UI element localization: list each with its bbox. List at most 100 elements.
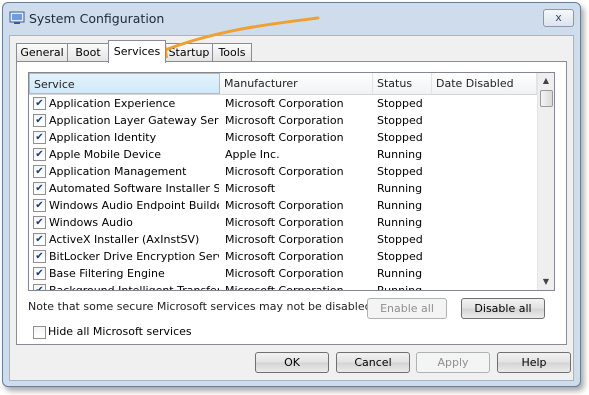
table-row[interactable]: ✔ Background Intelligent Transfer ... Micr… xyxy=(29,282,537,291)
service-manufacturer: Microsoft xyxy=(225,182,276,195)
service-status: Stopped xyxy=(377,165,423,178)
service-manufacturer: Microsoft Corporation xyxy=(225,199,344,212)
scroll-thumb[interactable] xyxy=(540,90,553,107)
ok-button[interactable]: OK xyxy=(255,352,329,373)
service-status: Running xyxy=(377,182,423,195)
tab-startup[interactable]: Startup xyxy=(165,43,213,62)
table-row[interactable]: ✔ Windows Audio Microsoft Corporation Runni… xyxy=(29,214,537,231)
service-status: Stopped xyxy=(377,97,423,110)
service-manufacturer: Microsoft Corporation xyxy=(225,267,344,280)
service-date-disabled xyxy=(436,248,536,265)
column-header-service[interactable]: Service xyxy=(29,73,220,94)
service-status: Stopped xyxy=(377,131,423,144)
enable-all-button[interactable]: Enable all xyxy=(367,298,447,319)
column-header-status[interactable]: Status xyxy=(373,73,432,94)
system-configuration-window: System Configuration x General Boot Serv… xyxy=(2,2,581,387)
services-panel: Service Manufacturer Status Date Disable… xyxy=(16,61,567,345)
service-checkbox[interactable]: ✔ xyxy=(33,199,46,212)
service-date-disabled xyxy=(436,180,536,197)
service-manufacturer: Apple Inc. xyxy=(225,148,280,161)
service-status: Running xyxy=(377,267,423,280)
service-name: Windows Audio Endpoint Builder xyxy=(49,199,219,212)
apply-button[interactable]: Apply xyxy=(416,352,490,373)
service-checkbox[interactable]: ✔ xyxy=(33,165,46,178)
column-header-date-disabled[interactable]: Date Disabled xyxy=(432,73,537,94)
service-name: BitLocker Drive Encryption Service xyxy=(49,250,219,263)
service-manufacturer: Microsoft Corporation xyxy=(225,97,344,110)
system-config-icon xyxy=(9,11,25,24)
dialog-client-area: General Boot Services Startup Tools Serv… xyxy=(9,35,574,381)
table-row[interactable]: ✔ ActiveX Installer (AxInstSV) Microsoft C… xyxy=(29,231,537,248)
table-row[interactable]: ✔ Application Experience Microsoft Corpora… xyxy=(29,95,537,112)
scroll-down-arrow-icon[interactable]: ▼ xyxy=(538,274,554,290)
service-date-disabled xyxy=(436,129,536,146)
service-checkbox[interactable]: ✔ xyxy=(33,216,46,229)
service-status: Stopped xyxy=(377,114,423,127)
tab-label: Boot xyxy=(75,46,101,59)
service-name: Windows Audio xyxy=(49,216,133,229)
service-manufacturer: Microsoft Corporation xyxy=(225,165,344,178)
window-title: System Configuration xyxy=(29,11,165,26)
vertical-scrollbar[interactable]: ▲ ▼ xyxy=(537,73,554,290)
service-name: Application Identity xyxy=(49,131,157,144)
service-checkbox[interactable]: ✔ xyxy=(33,250,46,263)
service-date-disabled xyxy=(436,214,536,231)
services-rows: ✔ Application Experience Microsoft Corpora… xyxy=(29,95,537,291)
service-name: Background Intelligent Transfer ... xyxy=(49,284,219,291)
service-date-disabled xyxy=(436,197,536,214)
column-header-manufacturer[interactable]: Manufacturer xyxy=(220,73,373,94)
service-status: Running xyxy=(377,199,423,212)
scroll-up-arrow-icon[interactable]: ▲ xyxy=(538,73,554,89)
tab-label: General xyxy=(20,46,64,59)
service-date-disabled xyxy=(436,95,536,112)
service-manufacturer: Microsoft Corporation xyxy=(225,131,344,144)
service-status: Running xyxy=(377,148,423,161)
service-checkbox[interactable]: ✔ xyxy=(33,284,46,290)
tab-boot[interactable]: Boot xyxy=(67,43,109,62)
title-bar[interactable]: System Configuration x xyxy=(3,3,580,33)
service-date-disabled xyxy=(436,146,536,163)
service-manufacturer: Microsoft Corporation xyxy=(225,216,344,229)
service-checkbox[interactable]: ✔ xyxy=(33,114,46,127)
service-name: Application Layer Gateway Service xyxy=(49,114,219,127)
service-checkbox[interactable]: ✔ xyxy=(33,131,46,144)
service-manufacturer: Microsoft Corporation xyxy=(225,114,344,127)
service-date-disabled xyxy=(436,265,536,282)
service-checkbox[interactable]: ✔ xyxy=(33,148,46,161)
close-button[interactable]: x xyxy=(543,9,574,27)
service-checkbox[interactable]: ✔ xyxy=(33,97,46,110)
service-checkbox[interactable]: ✔ xyxy=(33,233,46,246)
table-row[interactable]: ✔ Automated Software Installer S... Micros… xyxy=(29,180,537,197)
table-row[interactable]: ✔ Windows Audio Endpoint Builder Microsoft… xyxy=(29,197,537,214)
hide-microsoft-services-checkbox[interactable] xyxy=(33,326,46,339)
service-status: Running xyxy=(377,284,423,291)
table-row[interactable]: ✔ Application Management Microsoft Corpora… xyxy=(29,163,537,180)
services-list[interactable]: Service Manufacturer Status Date Disable… xyxy=(28,72,555,291)
table-row[interactable]: ✔ Apple Mobile Device Apple Inc. Running xyxy=(29,146,537,163)
help-button[interactable]: Help xyxy=(497,352,571,373)
column-header-row: Service Manufacturer Status Date Disable… xyxy=(29,73,537,95)
service-checkbox[interactable]: ✔ xyxy=(33,267,46,280)
service-date-disabled xyxy=(436,231,536,248)
hide-microsoft-services-label: Hide all Microsoft services xyxy=(48,325,192,338)
tab-label: Services xyxy=(113,45,161,58)
service-manufacturer: Microsoft Corporation xyxy=(225,250,344,263)
service-name: Apple Mobile Device xyxy=(49,148,162,161)
service-manufacturer: Microsoft Corporation xyxy=(225,284,344,291)
table-row[interactable]: ✔BitLocker Drive Encryption Service Micro… xyxy=(29,248,537,265)
service-name: Base Filtering Engine xyxy=(49,267,165,280)
service-name: Automated Software Installer S... xyxy=(49,182,219,195)
service-date-disabled xyxy=(436,163,536,180)
tab-tools[interactable]: Tools xyxy=(212,43,252,62)
tab-label: Tools xyxy=(218,46,246,59)
table-row[interactable]: ✔ Application Identity Microsoft Corporati… xyxy=(29,129,537,146)
service-checkbox[interactable]: ✔ xyxy=(33,182,46,195)
cancel-button[interactable]: Cancel xyxy=(336,352,410,373)
service-name: ActiveX Installer (AxInstSV) xyxy=(49,233,200,246)
tab-general[interactable]: General xyxy=(16,43,68,62)
table-row[interactable]: ✔Application Layer Gateway Service Micros… xyxy=(29,112,537,129)
service-date-disabled xyxy=(436,282,536,290)
table-row[interactable]: ✔ Base Filtering Engine Microsoft Corporat… xyxy=(29,265,537,282)
disable-all-button[interactable]: Disable all xyxy=(461,298,545,319)
tab-services[interactable]: Services xyxy=(108,40,166,63)
